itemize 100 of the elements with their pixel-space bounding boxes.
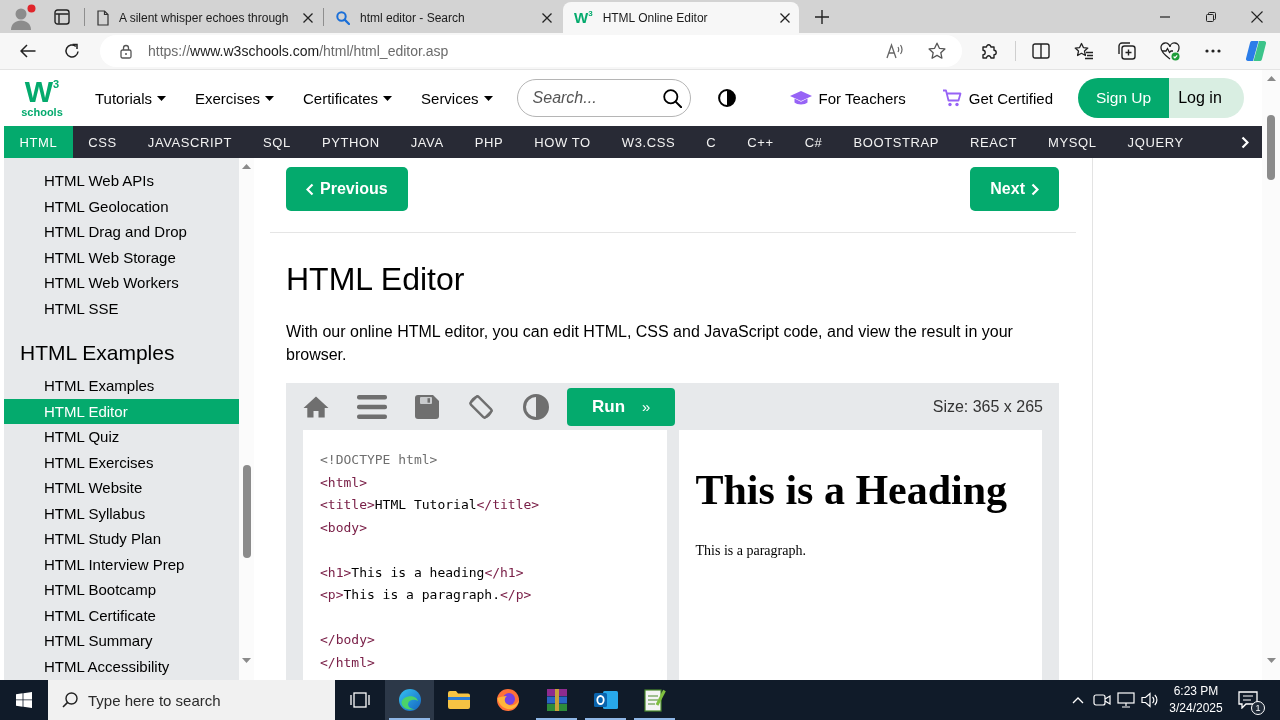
scroll-up-arrow-icon[interactable] xyxy=(242,163,251,169)
search-field[interactable]: Search... xyxy=(516,79,691,117)
address-field[interactable]: https://www.w3schools.com/html/html_editor.asp xyxy=(100,35,962,67)
search-icon[interactable] xyxy=(662,88,682,108)
nav-tab[interactable]: CSS xyxy=(72,126,133,158)
camera-icon[interactable] xyxy=(1093,693,1111,707)
scroll-down-arrow-icon[interactable] xyxy=(1266,657,1276,663)
sidebar-item[interactable]: HTML Web APIs xyxy=(4,168,239,194)
scroll-up-arrow-icon[interactable] xyxy=(1266,75,1276,81)
sidebar-item[interactable]: HTML Quiz xyxy=(4,424,239,450)
read-aloud-icon[interactable] xyxy=(886,43,904,59)
sidebar-item[interactable]: HTML Exercises xyxy=(4,449,239,475)
more-icon[interactable] xyxy=(1205,49,1221,53)
sidebar-item[interactable]: HTML Web Storage xyxy=(4,244,239,270)
nav-tab[interactable]: JQUERY xyxy=(1112,126,1200,158)
close-icon[interactable] xyxy=(1251,10,1263,23)
nav-tab[interactable]: PHP xyxy=(459,126,519,158)
favorites-icon[interactable] xyxy=(1074,42,1094,60)
notification-badge: 1 xyxy=(1251,701,1265,715)
taskbar-search-field[interactable]: Type here to search xyxy=(48,680,335,720)
code-line: </body> xyxy=(320,631,375,649)
scroll-down-arrow-icon[interactable] xyxy=(242,657,251,663)
notepad-icon xyxy=(643,688,666,712)
sidebar-item[interactable]: HTML Drag and Drop xyxy=(4,219,239,245)
refresh-icon[interactable] xyxy=(64,43,80,59)
caret-icon xyxy=(483,95,493,101)
minimize-icon[interactable] xyxy=(1160,15,1170,18)
nav-tab[interactable]: JAVA xyxy=(395,126,460,158)
star-icon[interactable] xyxy=(928,42,946,60)
nav-tab[interactable]: BOOTSTRAP xyxy=(837,126,955,158)
sidebar-item[interactable]: HTML Syllabus xyxy=(4,500,239,526)
plus-icon[interactable] xyxy=(815,9,829,24)
nav-tab[interactable]: SQL xyxy=(247,126,307,158)
nav-tab[interactable]: JAVASCRIPT xyxy=(132,126,248,158)
heart-pulse-icon[interactable] xyxy=(1160,41,1180,61)
nav-tab[interactable]: MYSQL xyxy=(1032,126,1113,158)
nav-tab[interactable]: C xyxy=(690,126,732,158)
chevron-up-icon[interactable] xyxy=(1072,696,1084,704)
code-line: <html> xyxy=(320,473,367,492)
sidebar-item[interactable]: HTML Summary xyxy=(4,628,239,654)
browser-tab[interactable]: A silent whisper echoes through xyxy=(86,2,322,33)
chevron-right-icon xyxy=(1031,182,1039,196)
menu-icon[interactable] xyxy=(357,394,387,419)
browser-tab[interactable]: html editor - Search xyxy=(325,2,561,33)
nav-tab[interactable]: REACT xyxy=(954,126,1033,158)
window-icon[interactable] xyxy=(54,8,70,25)
volume-icon[interactable] xyxy=(1141,692,1159,708)
sidebar-item[interactable]: HTML Interview Prep xyxy=(4,551,239,577)
restore-icon[interactable] xyxy=(1206,11,1216,22)
sidebar-item[interactable]: HTML Bootcamp xyxy=(4,577,239,603)
menu-button[interactable]: Tutorials xyxy=(95,89,166,107)
sidebar-item[interactable]: HTML Accessibility xyxy=(4,653,239,679)
menu-button[interactable]: Certificates xyxy=(303,89,393,107)
collections-icon[interactable] xyxy=(1118,42,1136,60)
home-icon[interactable] xyxy=(303,395,329,418)
scrollbar-thumb[interactable] xyxy=(1267,115,1275,180)
close-icon[interactable] xyxy=(542,12,552,23)
close-icon[interactable] xyxy=(780,12,790,23)
size-label: Size: 365 x 265 xyxy=(932,397,1043,416)
slanted-shapes-icon[interactable] xyxy=(1245,40,1267,62)
nav-tab[interactable]: W3.CSS xyxy=(606,126,691,158)
puzzle-icon[interactable] xyxy=(981,42,999,60)
split-screen-icon[interactable] xyxy=(1032,43,1050,59)
notification-icon[interactable] xyxy=(1238,691,1258,709)
network-icon[interactable] xyxy=(1117,692,1135,708)
mail-app-icon xyxy=(593,689,618,711)
windows-logo-icon[interactable] xyxy=(16,692,32,708)
nav-tab[interactable]: C# xyxy=(789,126,838,158)
nav-tab[interactable]: HOW TO xyxy=(518,126,607,158)
contrast-icon[interactable] xyxy=(717,89,736,107)
taskbar-button[interactable] xyxy=(385,680,434,720)
clock-time[interactable]: 6:23 PM xyxy=(1173,683,1219,700)
nav-tab[interactable]: PYTHON xyxy=(306,126,396,158)
nav-tab[interactable]: C++ xyxy=(731,126,790,158)
code-line: <title>HTML Tutorial</title> xyxy=(320,496,540,514)
header-link[interactable]: Get Certified xyxy=(941,89,1054,107)
search-icon xyxy=(336,10,350,25)
sidebar-item[interactable]: HTML Certificate xyxy=(4,602,239,628)
menu-button[interactable]: Exercises xyxy=(194,89,274,107)
chevron-right-icon[interactable] xyxy=(1241,135,1249,149)
close-icon[interactable] xyxy=(303,12,313,23)
chevron-left-icon xyxy=(306,182,314,196)
lock-icon[interactable] xyxy=(120,43,132,59)
header-link[interactable]: For Teachers xyxy=(789,89,906,107)
clock-date[interactable]: 3/24/2025 xyxy=(1169,700,1223,717)
sidebar-item[interactable]: HTML Study Plan xyxy=(4,526,239,552)
page-title: HTML Editor xyxy=(286,260,465,299)
preview-paragraph: This is a paragraph. xyxy=(695,542,806,560)
menu-button[interactable]: Services xyxy=(421,89,493,107)
sidebar-item[interactable]: HTML SSE xyxy=(4,295,239,321)
rotate-screen-icon[interactable] xyxy=(467,392,495,421)
log-in-button[interactable]: Log in xyxy=(1169,78,1244,118)
task-view-icon[interactable] xyxy=(350,692,370,708)
sidebar-item[interactable]: HTML Website xyxy=(4,475,239,501)
back-arrow-icon[interactable] xyxy=(20,44,36,58)
sidebar-item[interactable]: HTML Geolocation xyxy=(4,193,239,219)
sidebar-item[interactable]: HTML Examples xyxy=(4,373,239,399)
sidebar-item[interactable]: HTML Web Workers xyxy=(4,270,239,296)
scrollbar-thumb[interactable] xyxy=(242,465,251,558)
profile-icon[interactable] xyxy=(10,3,36,30)
